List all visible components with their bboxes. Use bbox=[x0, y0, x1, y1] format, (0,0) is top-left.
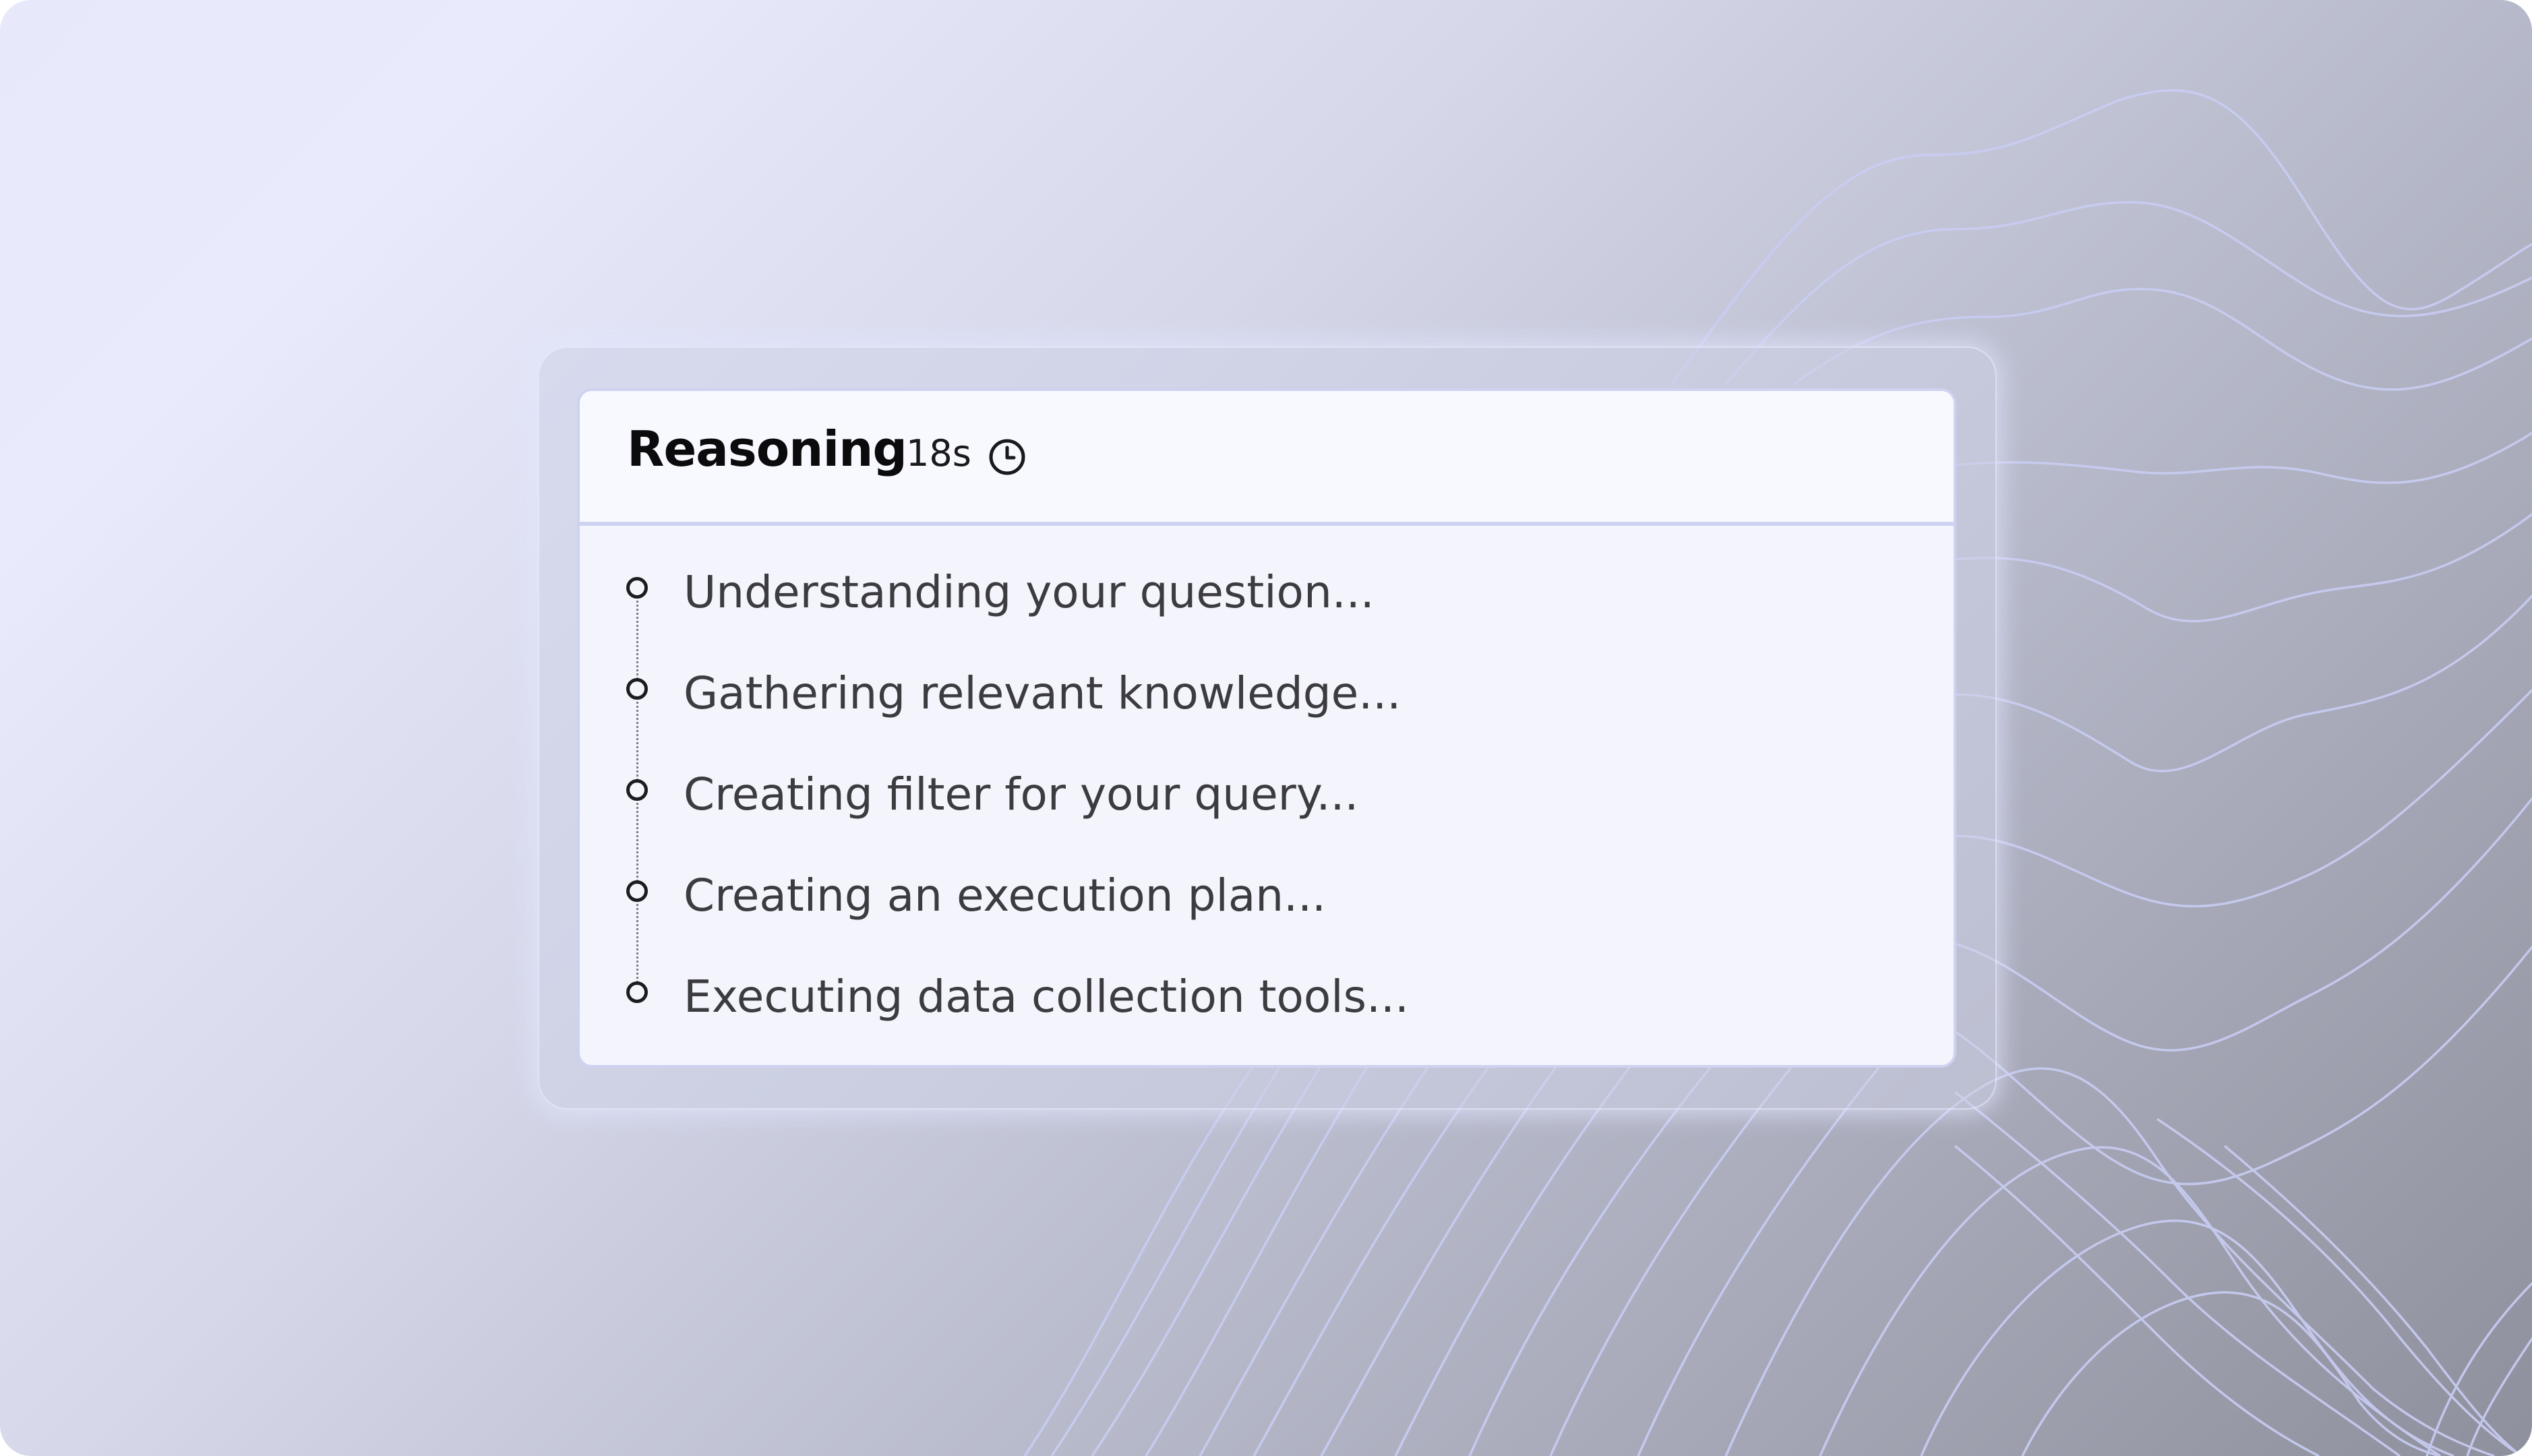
step-label: Gathering relevant knowledge... bbox=[684, 667, 1401, 719]
list-item: Executing data collection tools... bbox=[580, 950, 1954, 1052]
step-bullet-icon bbox=[626, 577, 648, 599]
list-item: Understanding your question... bbox=[580, 546, 1954, 647]
step-bullet-icon bbox=[626, 981, 648, 1003]
step-label: Understanding your question... bbox=[684, 566, 1375, 618]
reasoning-title: Reasoning bbox=[627, 421, 907, 477]
step-label: Executing data collection tools... bbox=[684, 971, 1409, 1023]
app-frame: Reasoning 18s Understanding your questio… bbox=[0, 0, 2532, 1456]
clock-icon bbox=[989, 439, 1025, 475]
reasoning-panel: Reasoning 18s Understanding your questio… bbox=[577, 388, 1956, 1068]
step-label: Creating an execution plan... bbox=[684, 870, 1327, 921]
step-label: Creating filter for your query... bbox=[684, 768, 1359, 820]
list-item: Creating filter for your query... bbox=[580, 748, 1954, 849]
list-item: Creating an execution plan... bbox=[580, 849, 1954, 950]
reasoning-panel-header[interactable]: Reasoning 18s bbox=[580, 391, 1954, 526]
list-item: Gathering relevant knowledge... bbox=[580, 647, 1954, 748]
reasoning-duration: 18s bbox=[906, 432, 971, 475]
step-bullet-icon bbox=[626, 678, 648, 700]
step-bullet-icon bbox=[626, 880, 648, 902]
reasoning-steps-list: Understanding your question... Gathering… bbox=[580, 526, 1954, 1065]
step-bullet-icon bbox=[626, 779, 648, 801]
